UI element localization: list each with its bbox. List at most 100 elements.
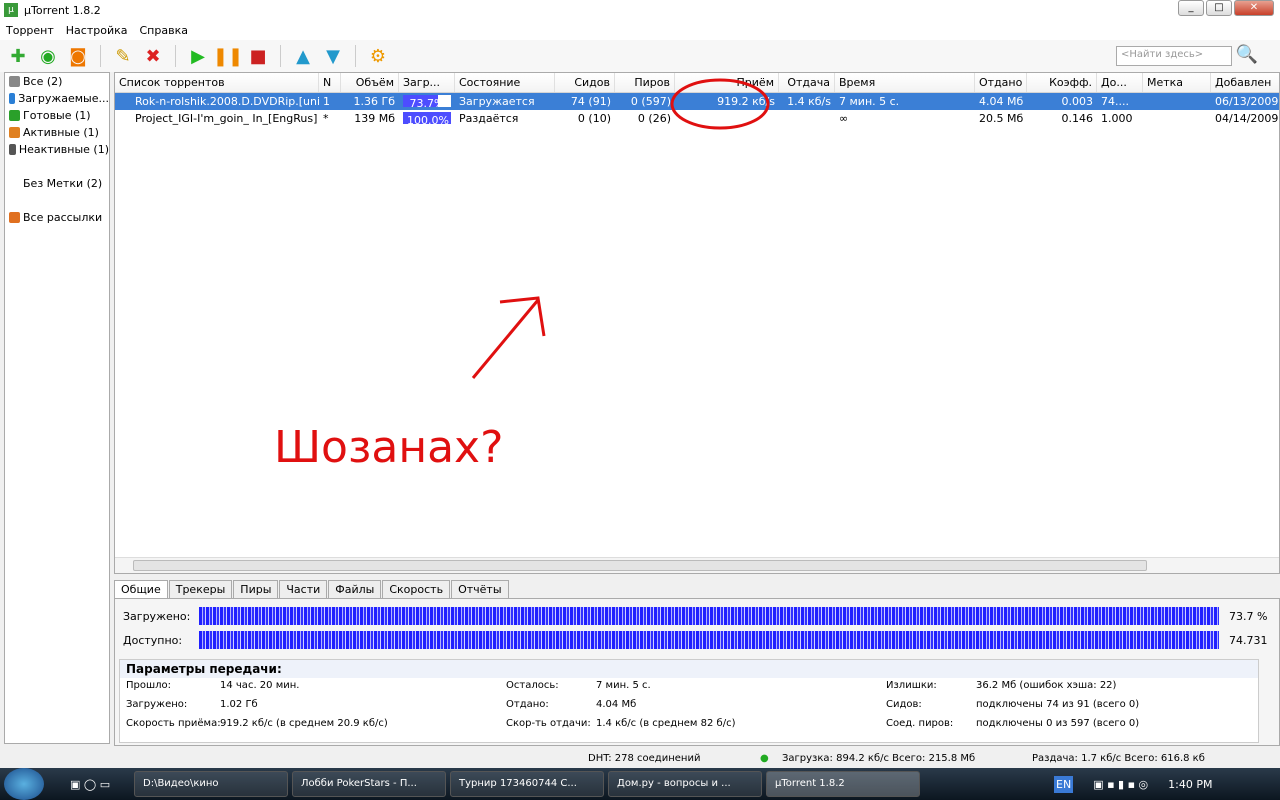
column-header[interactable]: До... xyxy=(1097,73,1143,92)
column-header[interactable]: Коэфф. xyxy=(1027,73,1097,92)
param-value: 919.2 кб/с (в среднем 20.9 кб/с) xyxy=(220,718,388,729)
torrent-row[interactable]: Rok-n-rolshik.2008.D.DVDRip.[uni... 1 1.36… xyxy=(115,93,1279,110)
minimize-button[interactable]: _ xyxy=(1178,0,1204,16)
taskbar-item[interactable]: Лобби PokerStars - П... xyxy=(292,771,446,797)
toolbar: ✚ ◉ ◙ ✎ ✖ ▶ ❚❚ ■ ▲ ▼ ⚙ xyxy=(0,40,1280,72)
cell-up xyxy=(779,110,835,127)
cell-up: 1.4 кб/s xyxy=(787,95,831,108)
taskbar-item[interactable]: D:\Видео\кино xyxy=(134,771,288,797)
param-value: 14 час. 20 мин. xyxy=(220,680,300,691)
language-indicator[interactable]: EN xyxy=(1054,775,1074,793)
available-bar xyxy=(199,631,1219,649)
rss-icon[interactable]: ◙ xyxy=(66,44,90,68)
sidebar-item-completed[interactable]: Готовые (1) xyxy=(5,107,109,124)
column-header[interactable]: Метка xyxy=(1143,73,1211,92)
dht-status: DHT: 278 соединений xyxy=(588,753,701,764)
search-input[interactable]: <Найти здесь> xyxy=(1116,46,1232,66)
column-header[interactable]: Отдача xyxy=(779,73,835,92)
cell-ratio: 0.146 xyxy=(1061,112,1094,125)
move-up-icon[interactable]: ▲ xyxy=(291,44,315,68)
cell-label xyxy=(1143,93,1211,110)
detail-tabs: Общие Трекеры Пиры Части Файлы Скорость Отчёты xyxy=(114,580,510,598)
sidebar-item-active[interactable]: Активные (1) xyxy=(5,124,109,141)
maximize-button[interactable]: □ xyxy=(1206,0,1232,16)
menu-settings[interactable]: Настройка xyxy=(60,24,134,37)
taskbar-item[interactable]: Турнир 173460744 С... xyxy=(450,771,604,797)
param-value: 1.02 Гб xyxy=(220,699,258,710)
param-label: Загружено: xyxy=(126,699,188,710)
add-torrent-icon[interactable]: ✚ xyxy=(6,44,30,68)
cell-added: 06/13/2009 xyxy=(1215,95,1279,108)
remove-icon[interactable]: ✖ xyxy=(141,44,165,68)
cell-seeds: 0 (10) xyxy=(577,112,611,125)
param-label: Осталось: xyxy=(506,680,559,691)
param-label: Прошло: xyxy=(126,680,172,691)
param-value: 36.2 Мб (ошибок хэша: 22) xyxy=(976,680,1117,691)
tab[interactable]: Части xyxy=(279,580,328,598)
column-header[interactable]: Добавлен xyxy=(1211,73,1280,92)
menu-torrent[interactable]: Торрент xyxy=(0,24,60,37)
tab[interactable]: Пиры xyxy=(233,580,279,598)
cell-down: 919.2 кб/s xyxy=(717,95,775,108)
stop-icon[interactable]: ■ xyxy=(246,44,270,68)
column-header[interactable]: Список торрентов xyxy=(115,73,319,92)
column-header[interactable]: Объём xyxy=(341,73,399,92)
sidebar-item-inactive[interactable]: Неактивные (1) xyxy=(5,141,109,158)
menu-bar: Торрент Настройка Справка xyxy=(0,20,1280,40)
param-value: 7 мин. 5 с. xyxy=(596,680,651,691)
sidebar-item-feeds[interactable]: Все рассылки xyxy=(5,209,109,226)
create-torrent-icon[interactable]: ✎ xyxy=(111,44,135,68)
tab[interactable]: Отчёты xyxy=(451,580,509,598)
param-label: Сидов: xyxy=(886,699,922,710)
pause-icon[interactable]: ❚❚ xyxy=(213,44,243,68)
cell-uploaded: 20.5 Мб xyxy=(979,112,1024,125)
column-header[interactable]: Приём xyxy=(675,73,779,92)
param-value: подключены 74 из 91 (всего 0) xyxy=(976,699,1140,710)
tray-icons[interactable]: ▣ ▪ ▮ ▪ ◎ xyxy=(1093,778,1148,791)
tab[interactable]: Общие xyxy=(114,580,168,598)
available-label: Доступно: xyxy=(123,633,183,647)
menu-help[interactable]: Справка xyxy=(134,24,194,37)
cell-size: 139 Мб xyxy=(354,112,395,125)
column-header[interactable]: Пиров xyxy=(615,73,675,92)
add-url-icon[interactable]: ◉ xyxy=(36,44,60,68)
cell-n: * xyxy=(323,112,329,125)
start-icon[interactable]: ▶ xyxy=(186,44,210,68)
tab[interactable]: Файлы xyxy=(328,580,382,598)
progress-bar: 100.0% xyxy=(403,112,451,124)
general-panel: Загружено: 73.7 % Доступно: 74.731 Парамет… xyxy=(114,598,1280,746)
horizontal-scrollbar[interactable] xyxy=(115,557,1279,573)
move-down-icon[interactable]: ▼ xyxy=(321,44,345,68)
close-button[interactable]: ✕ xyxy=(1234,0,1274,16)
sidebar-item-downloading[interactable]: Загружаемые... xyxy=(5,90,109,107)
downloaded-label: Загружено: xyxy=(123,609,191,623)
sidebar-item-no-label[interactable]: Без Метки (2) xyxy=(5,175,109,192)
annotation-text: Шозанах? xyxy=(274,422,504,473)
column-header[interactable]: Время xyxy=(835,73,975,92)
column-headers: Список торрентов N Объём Загр... Состояние Си… xyxy=(115,73,1279,93)
column-header[interactable]: Состояние xyxy=(455,73,555,92)
taskbar-item-utorrent[interactable]: µTorrent 1.8.2 xyxy=(766,771,920,797)
search-icon[interactable]: 🔍 xyxy=(1236,44,1258,65)
sidebar-item-all[interactable]: Все (2) xyxy=(5,73,109,90)
downloaded-bar xyxy=(199,607,1219,625)
column-header[interactable]: N xyxy=(319,73,341,92)
status-bar: DHT: 278 соединений ● Загрузка: 894.2 кб… xyxy=(0,750,1280,768)
quicklaunch-icons[interactable]: ▣ ◯ ▭ xyxy=(70,778,130,791)
cell-seeds: 74 (91) xyxy=(570,95,611,108)
tab[interactable]: Скорость xyxy=(382,580,451,598)
cell-size: 1.36 Гб xyxy=(353,95,395,108)
cell-n: 1 xyxy=(323,95,330,108)
available-value: 74.731 xyxy=(1229,633,1268,647)
column-header[interactable]: Сидов xyxy=(555,73,615,92)
column-header[interactable]: Отдано xyxy=(975,73,1027,92)
category-sidebar: Все (2) Загружаемые... Готовые (1) Актив… xyxy=(4,72,110,744)
taskbar-item[interactable]: Дом.ру - вопросы и ... xyxy=(608,771,762,797)
torrent-row[interactable]: Project_IGI-I'm_goin_ In_[EngRus] * 139 Мб… xyxy=(115,110,1279,127)
start-button[interactable] xyxy=(4,768,44,800)
clock[interactable]: 1:40 PM xyxy=(1168,778,1212,791)
column-header[interactable]: Загр... xyxy=(399,73,455,92)
param-value: 4.04 Мб xyxy=(596,699,637,710)
preferences-icon[interactable]: ⚙ xyxy=(366,44,390,68)
tab[interactable]: Трекеры xyxy=(168,580,233,598)
